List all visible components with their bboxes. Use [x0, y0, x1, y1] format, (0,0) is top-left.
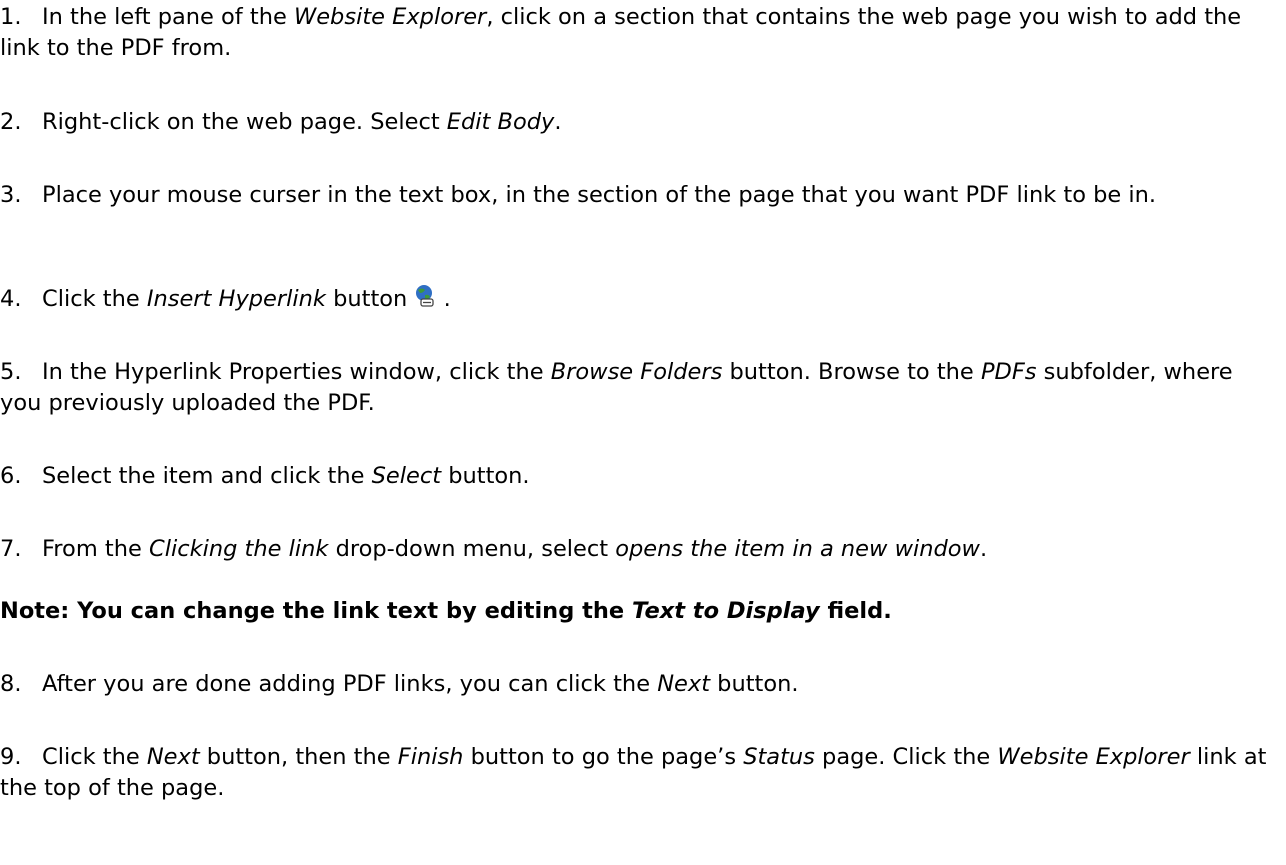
step-number: 6. — [0, 463, 22, 489]
step-text: Place your mouse curser in the text box,… — [42, 182, 1157, 208]
step-2: 2. Right-click on the web page. Select Ed… — [0, 107, 1270, 138]
note-text: Note: You can change the link text by ed… — [0, 596, 892, 627]
step-text: Click the — [42, 286, 147, 312]
step-number: 2. — [0, 109, 22, 135]
step-number: 5. — [0, 359, 22, 385]
step-text: Select the item and click the — [42, 463, 372, 489]
emphasized-text: Status — [743, 744, 815, 770]
step-text: . — [554, 109, 562, 135]
step-text: drop-down menu, select — [328, 536, 616, 562]
step-5: 5. In the Hyperlink Properties window, cl… — [0, 357, 1270, 419]
note-before: Note: You can change the link text by ed… — [0, 598, 632, 624]
step-text: button, then the — [199, 744, 398, 770]
step-text: button. — [710, 671, 799, 697]
emphasized-text: Next — [146, 744, 200, 770]
step-text: button. Browse to the — [722, 359, 981, 385]
emphasized-text: Edit Body — [446, 109, 555, 135]
step-number: 3. — [0, 182, 22, 208]
step-4: 4. Click the Insert Hyperlink button . — [0, 284, 1270, 315]
step-number: 8. — [0, 671, 22, 697]
step-text: From the — [42, 536, 149, 562]
note-italic: Text to Display — [632, 598, 820, 624]
emphasized-text: Select — [371, 463, 442, 489]
step-text: Click the — [42, 744, 147, 770]
step-text: button. — [441, 463, 530, 489]
step-8: 8. After you are done adding PDF links, y… — [0, 669, 1270, 700]
step-6: 6. Select the item and click the Select b… — [0, 461, 1270, 492]
step-text: . — [979, 536, 988, 562]
emphasized-text: opens the item in a new window — [615, 536, 980, 562]
emphasized-text: Website Explorer — [997, 744, 1190, 770]
emphasized-text: Finish — [397, 744, 464, 770]
step-number: 9. — [0, 744, 22, 770]
emphasized-text: Website Explorer — [293, 4, 487, 30]
step-text: In the Hyperlink Properties window, clic… — [42, 359, 551, 385]
step-text: . — [436, 286, 451, 312]
step-text: button — [325, 286, 415, 312]
emphasized-text: Insert Hyperlink — [146, 286, 326, 312]
step-text: Right-click on the web page. Select — [42, 109, 447, 135]
step-text: After you are done adding PDF links, you… — [42, 671, 658, 697]
emphasized-text: Next — [657, 671, 711, 697]
step-3: 3. Place your mouse curser in the text bo… — [0, 180, 1270, 211]
step-text: button to go the page’s — [463, 744, 744, 770]
step-7: 7. From the Clicking the link drop-down m… — [0, 534, 1270, 565]
step-text: page. Click the — [814, 744, 998, 770]
step-number: 7. — [0, 536, 22, 562]
note-after: field. — [819, 598, 892, 624]
step-number: 4. — [0, 286, 22, 312]
insert-hyperlink-globe-icon — [414, 284, 436, 308]
emphasized-text: Clicking the link — [148, 536, 329, 562]
emphasized-text: PDFs — [980, 359, 1037, 385]
step-text: In the left pane of the — [42, 4, 294, 30]
step-number: 1. — [0, 4, 22, 30]
emphasized-text: Browse Folders — [550, 359, 723, 385]
step-1: 1. In the left pane of the Website Explor… — [0, 2, 1270, 64]
step-9: 9. Click the Next button, then the Finish… — [0, 742, 1270, 804]
